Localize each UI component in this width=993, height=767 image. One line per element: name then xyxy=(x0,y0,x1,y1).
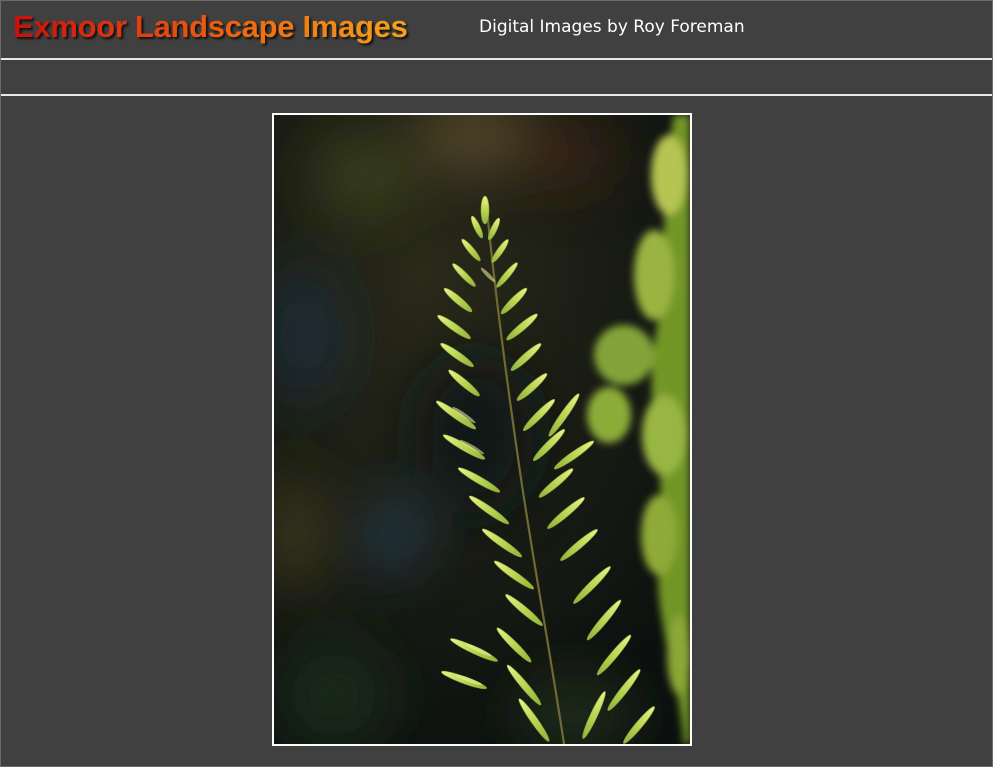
site-subtitle: Digital Images by Roy Foreman xyxy=(479,17,745,37)
site-title[interactable]: Exmoor Landscape Images xyxy=(13,9,408,45)
heather-sprig-photo xyxy=(274,115,690,744)
nav-divider xyxy=(1,94,992,96)
site-header: Exmoor Landscape Images Digital Images b… xyxy=(1,1,992,58)
main-photo[interactable] xyxy=(272,113,692,746)
nav-bar xyxy=(1,60,992,94)
